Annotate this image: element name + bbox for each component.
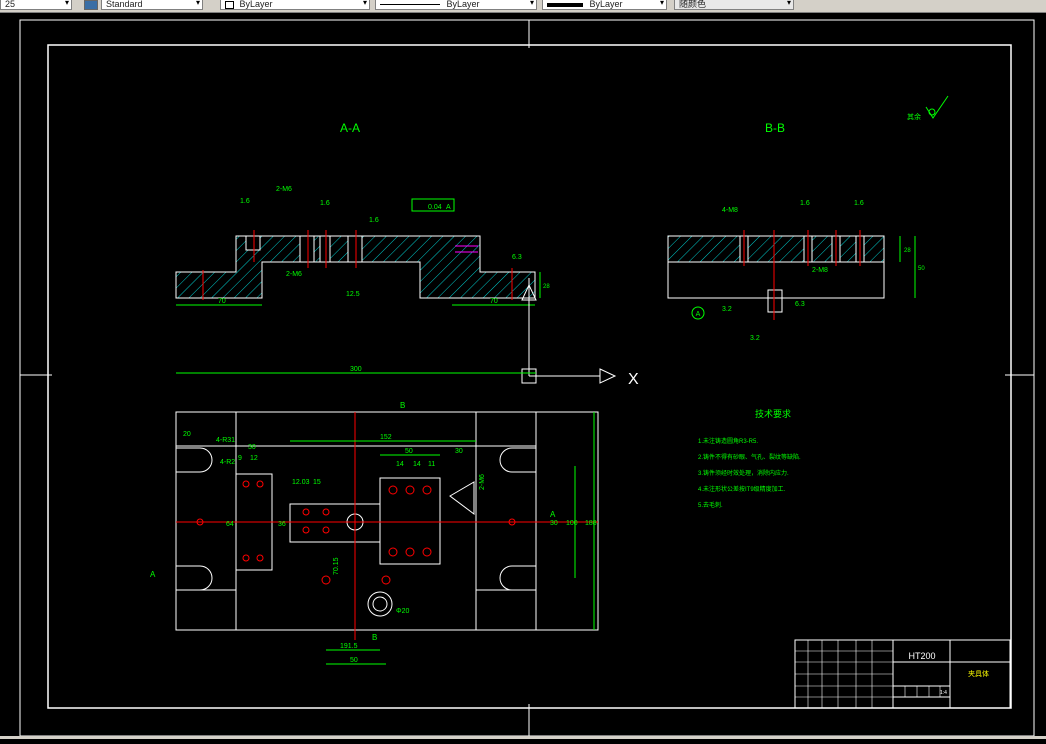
drawing-frame (19, 19, 1035, 737)
view-aa-label: A-A (340, 121, 360, 135)
dim-20: 20 (183, 431, 191, 438)
lineweight-sample-icon (547, 2, 583, 7)
lineweight-value: ByLayer (589, 0, 623, 9)
tech-req-title: 技术要求 (755, 408, 791, 419)
chevron-down-icon: ▾ (659, 0, 664, 7)
section-a-marker-right: A (550, 510, 556, 519)
plotstyle-value: 随颜色 (679, 0, 707, 9)
chevron-down-icon: ▾ (786, 0, 791, 7)
dim-4r31: 4-R31 (216, 437, 235, 444)
view-bb-label: B-B (765, 121, 785, 135)
scale-value: 25 (5, 0, 16, 9)
tolerance-datum: A (446, 204, 451, 211)
aa-dim-28: 28 (543, 284, 550, 290)
tech-req-item-2: 2.铸件不得有砂眼、气孔、裂纹等缺陷. (698, 453, 801, 461)
tech-req-item-1: 1.未注铸造圆角R3-R5. (698, 437, 758, 445)
bb-ra16-b: 1.6 (854, 200, 864, 207)
dim-50-top: 50 (405, 448, 413, 455)
material-label: HT200 (908, 651, 935, 661)
bb-dim-28: 28 (904, 248, 911, 254)
scale-combo[interactable]: 25 ▾ (0, 0, 72, 10)
section-a-marker-left: A (150, 570, 156, 579)
bb-ra63: 6.3 (795, 301, 805, 308)
text-style-combo[interactable]: Standard ▾ (101, 0, 203, 10)
section-b-marker-bottom: B (372, 633, 377, 642)
color-combo[interactable]: ByLayer ▾ (220, 0, 370, 10)
aa-ra125: 12.5 (346, 291, 360, 298)
dim-64: 64 (226, 521, 234, 528)
tech-req-item-4: 4.未注形状公差按IT9级精度加工. (698, 485, 786, 493)
roughness-general: 其余 (907, 95, 949, 121)
lineweight-combo[interactable]: ByLayer ▾ (542, 0, 667, 10)
datum-a-letter: A (696, 311, 701, 318)
tech-req-item-3: 3.铸件须经时效处理，消除内应力. (698, 469, 789, 477)
dim-14b: 14 (413, 461, 421, 468)
bb-dim-50: 50 (918, 266, 925, 272)
drawing-svg: A-A B-B 其余 70 70 28 2-M6 1.6 1.6 1.6 6.3… (19, 19, 1035, 737)
dim-14a: 14 (396, 461, 404, 468)
dim-50-bottom: 50 (350, 657, 358, 664)
aa-ra16-c: 1.6 (369, 217, 379, 224)
scale-ratio: 1:4 (940, 690, 947, 696)
tech-req-item-5: 5.去毛刺. (698, 501, 723, 509)
bb-ra32-b: 3.2 (750, 335, 760, 342)
aa-ra63: 6.3 (512, 254, 522, 261)
dim-152: 152 (380, 434, 392, 441)
linetype-sample-icon (380, 4, 440, 6)
plan-view: 300 152 50 30 20 4-R31 30 4-R2 9 12 12.0… (150, 366, 599, 665)
dim-70-left: 70 (218, 298, 226, 305)
section-aa-view: 70 70 28 2-M6 1.6 1.6 1.6 6.3 12.5 2-M6 … (175, 186, 550, 306)
roughness-symbol-icon (925, 95, 949, 119)
dim-15: 15 (313, 479, 321, 486)
chevron-down-icon: ▾ (529, 0, 534, 7)
color-value: ByLayer (239, 0, 273, 9)
dim-1915: 191.5 (340, 643, 358, 650)
chevron-down-icon: ▾ (362, 0, 367, 7)
title-block: HT200 夹具体 1:4 (794, 639, 1011, 709)
dim-overall-length: 300 (350, 366, 362, 373)
technical-requirements: 技术要求 1.未注铸造圆角R3-R5. 2.铸件不得有砂眼、气孔、裂纹等缺陷. … (698, 408, 801, 509)
dim-phi20: Φ20 (396, 608, 409, 615)
bb-thread-4m8: 4-M8 (722, 207, 738, 214)
chevron-down-icon: ▾ (195, 0, 200, 7)
plotstyle-combo[interactable]: 随颜色 ▾ (674, 0, 794, 10)
section-b-marker-top: B (400, 401, 405, 410)
linetype-value: ByLayer (446, 0, 480, 9)
linetype-combo[interactable]: ByLayer ▾ (375, 0, 537, 10)
drawing-canvas[interactable]: A-A B-B 其余 70 70 28 2-M6 1.6 1.6 1.6 6.3… (0, 12, 1046, 739)
dim-7015: 70.15 (333, 557, 340, 575)
dim-30-left: 30 (248, 444, 256, 451)
dim-11: 11 (428, 461, 435, 468)
chevron-down-icon: ▾ (64, 0, 69, 7)
roughness-note: 其余 (907, 112, 921, 121)
bb-ra16-a: 1.6 (800, 200, 810, 207)
color-swatch-icon (225, 0, 234, 9)
dim-30-right: 30 (550, 520, 558, 527)
dim-188: 188 (585, 520, 597, 527)
aa-ra16-a: 1.6 (240, 198, 250, 205)
bb-thread-2m8: 2-M8 (812, 267, 828, 274)
part-name: 夹具体 (968, 669, 989, 678)
dim-36: 36 (278, 521, 286, 528)
aa-ra16-b: 1.6 (320, 200, 330, 207)
dim-100: 100 (566, 520, 578, 527)
bb-ra32: 3.2 (722, 306, 732, 313)
tolerance-value: 0.04 (428, 204, 442, 211)
dim-30-top: 30 (455, 448, 463, 455)
dim-4r2: 4-R2 (220, 459, 235, 466)
dim-9: 9 (238, 455, 242, 462)
dim-70-right: 70 (490, 298, 498, 305)
text-style-icon[interactable] (84, 0, 98, 10)
dim-12: 12 (250, 455, 258, 462)
dim-1203: 12.03 (292, 479, 310, 486)
aa-thread-2m6-b: 2-M6 (286, 271, 302, 278)
text-style-value: Standard (106, 0, 143, 9)
aa-thread-2m6: 2-M6 (276, 186, 292, 193)
section-bb-view: 28 50 4-M8 2-M8 1.6 1.6 3.2 6.3 3.2 A (667, 200, 925, 342)
x-axis-label: X (628, 371, 639, 388)
plan-thread-2m6: 2-M6 (479, 474, 486, 490)
